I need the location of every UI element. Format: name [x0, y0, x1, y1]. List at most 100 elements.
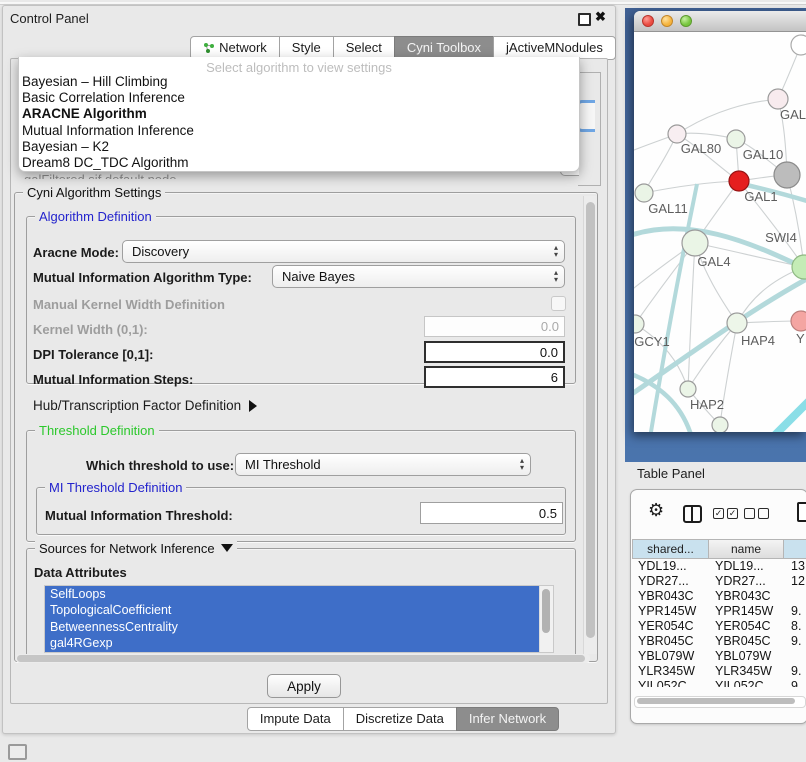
table-row[interactable]: YDL19...YDL19...13 [633, 559, 806, 574]
table-cell: YLR345W [633, 664, 710, 679]
attributes-scrollbar-thumb[interactable] [542, 589, 550, 633]
algorithm-dropdown: Select algorithm to view settings Bayesi… [18, 57, 580, 172]
mi-algorithm-type-value: Naive Bayes [282, 269, 355, 284]
manual-kernel-width-label: Manual Kernel Width Definition [33, 297, 225, 312]
attribute-item[interactable]: BetweennessCentrality [45, 619, 553, 635]
mi-threshold-field[interactable] [420, 502, 563, 524]
network-node-gal1[interactable] [729, 171, 749, 191]
table-cell: YDR27... [633, 574, 710, 589]
table-cell: YPR145W [633, 604, 710, 619]
column-header-2[interactable]: name [708, 539, 784, 559]
table-horizontal-scrollbar[interactable] [634, 696, 806, 708]
node-label-y: Y [796, 331, 805, 346]
table-row[interactable]: YLR345WYLR345W9. [633, 664, 806, 679]
network-graph: GAL7GAL80GAL10GAL1GAL11GAL4SWI4GCY1HAP4Y… [634, 32, 806, 432]
algorithm-option-basic-correlation-inference[interactable]: Basic Correlation Inference [19, 90, 579, 106]
network-node-swi4[interactable] [792, 255, 806, 279]
kernel-width-field[interactable] [424, 316, 565, 337]
tab-label: Network [219, 40, 267, 55]
column-layout-icon[interactable] [683, 505, 702, 523]
network-thick-edges [634, 184, 806, 432]
network-node[interactable] [774, 162, 800, 188]
deselect-all-checkbox-icon[interactable] [744, 508, 769, 519]
table-hscrollbar-thumb[interactable] [637, 698, 795, 704]
threshold-definition-title: Threshold Definition [35, 423, 159, 438]
table-cell: YBR045C [710, 634, 786, 649]
zoom-window-icon[interactable] [680, 15, 692, 27]
network-node-hap2[interactable] [680, 381, 696, 397]
attribute-item[interactable]: SelfLoops [45, 586, 553, 602]
table-row[interactable]: YBR045CYBR045C9. [633, 634, 806, 649]
network-node-gal11[interactable] [635, 184, 653, 202]
node-label-gal1: GAL1 [744, 189, 777, 204]
tab-discretize-data[interactable]: Discretize Data [343, 707, 457, 731]
network-node[interactable] [712, 417, 728, 432]
table-row[interactable]: YDR27...YDR27...12 [633, 574, 806, 589]
table-cell: YBL079W [710, 649, 786, 664]
table-cell: 12 [786, 574, 806, 589]
table-row[interactable]: YBL079WYBL079W [633, 649, 806, 664]
mi-algorithm-type-combo[interactable]: Naive Bayes ▴▾ [272, 265, 565, 288]
mi-steps-field[interactable] [424, 366, 565, 388]
network-node-gal7[interactable] [768, 89, 788, 109]
close-window-icon[interactable] [642, 15, 654, 27]
table-row[interactable]: YIL052CYIL052C9. [633, 679, 806, 687]
export-table-icon[interactable] [797, 502, 806, 522]
table-body: YDL19...YDL19...13YDR27...YDR27...12YBR0… [633, 559, 806, 687]
network-window-titlebar[interactable] [634, 11, 806, 32]
close-panel-icon[interactable]: ✖ [595, 9, 606, 25]
float-window-icon[interactable] [578, 13, 591, 26]
hub-definition-expander[interactable]: Hub/Transcription Factor Definition [33, 398, 257, 413]
table-row[interactable]: YPR145WYPR145W9. [633, 604, 806, 619]
algorithm-option-bayesian-k2[interactable]: Bayesian – K2 [19, 139, 579, 155]
combo-arrows-icon: ▴▾ [554, 244, 558, 258]
tab-label: Infer Network [469, 711, 546, 726]
column-header-3[interactable]: A [783, 539, 806, 559]
algorithm-option-aracne-algorithm[interactable]: ARACNE Algorithm [19, 106, 579, 122]
settings-vertical-scrollbar[interactable] [583, 196, 597, 654]
column-header-1[interactable]: shared... [632, 539, 709, 559]
network-node-gal4[interactable] [682, 230, 708, 256]
settings-scrollbar-thumb[interactable] [586, 202, 595, 638]
table-row[interactable]: YER054CYER054C8. [633, 619, 806, 634]
algorithm-option-dream8-dc-tdc-algorithm[interactable]: Dream8 DC_TDC Algorithm [19, 155, 579, 171]
network-node-gcy1[interactable] [634, 315, 644, 333]
table-cell: 9. [786, 664, 806, 679]
table-cell: YER054C [633, 619, 710, 634]
network-node-hap4[interactable] [727, 313, 747, 333]
data-attributes-list[interactable]: SelfLoopsTopologicalCoefficientBetweenne… [44, 585, 554, 653]
dpi-tolerance-field[interactable] [424, 341, 565, 363]
table-cell: YDL19... [633, 559, 710, 574]
settings-gear-icon[interactable]: ⚙ [648, 501, 664, 519]
tab-infer-network[interactable]: Infer Network [456, 707, 559, 731]
network-node-y[interactable] [791, 311, 806, 331]
attributes-scrollbar[interactable] [539, 586, 553, 652]
table-row[interactable]: YBR043CYBR043C [633, 589, 806, 604]
minimize-window-icon[interactable] [661, 15, 673, 27]
minimized-panel-icon[interactable] [8, 744, 27, 760]
node-label-gal11: GAL11 [648, 201, 688, 216]
network-window[interactable]: GAL7GAL80GAL10GAL1GAL11GAL4SWI4GCY1HAP4Y… [634, 11, 806, 432]
network-node[interactable] [791, 35, 806, 55]
attribute-item[interactable]: TopologicalCoefficient [45, 602, 553, 618]
table-cell: YIL052C [633, 679, 710, 687]
sources-title[interactable]: Sources for Network Inference [35, 541, 237, 556]
network-canvas[interactable]: GAL7GAL80GAL10GAL1GAL11GAL4SWI4GCY1HAP4Y… [634, 32, 806, 432]
table-header-row: shared...nameA [633, 539, 806, 559]
covered-text-fragment: galFiltered.sif default node [24, 172, 424, 179]
attribute-item[interactable]: gal4RGexp [45, 635, 553, 651]
node-label-gal80: GAL80 [681, 141, 721, 156]
algorithm-option-mutual-information-inference[interactable]: Mutual Information Inference [19, 123, 579, 139]
network-node-gal10[interactable] [727, 130, 745, 148]
table-panel-title: Table Panel [637, 466, 705, 481]
select-all-checkbox-icon[interactable]: ✓✓ [713, 508, 738, 519]
algorithm-option-bayesian-hill-climbing[interactable]: Bayesian – Hill Climbing [19, 74, 579, 90]
settings-hscrollbar-thumb[interactable] [17, 655, 585, 662]
which-threshold-combo[interactable]: MI Threshold ▴▾ [235, 453, 531, 476]
table-cell: YPR145W [710, 604, 786, 619]
settings-horizontal-scrollbar[interactable] [16, 654, 590, 663]
aracne-mode-combo[interactable]: Discovery ▴▾ [122, 240, 565, 263]
tab-impute-data[interactable]: Impute Data [247, 707, 344, 731]
apply-button[interactable]: Apply [267, 674, 341, 698]
manual-kernel-width-checkbox[interactable] [551, 296, 566, 311]
